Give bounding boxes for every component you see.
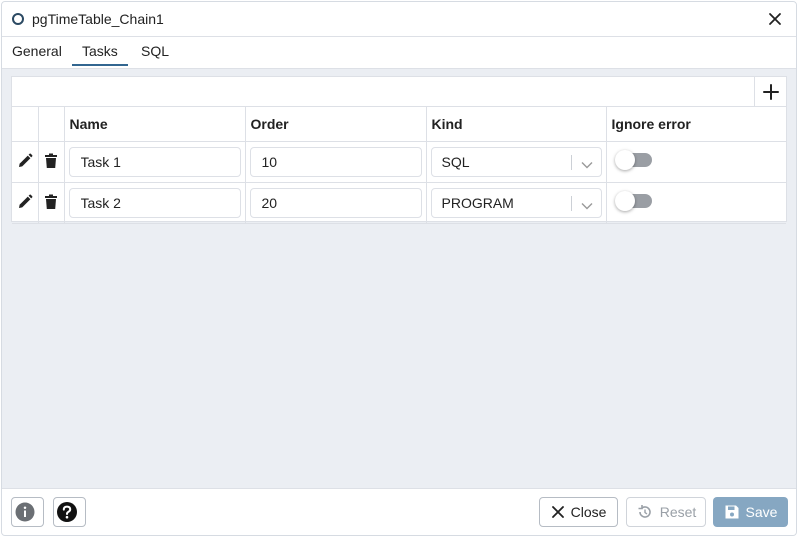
tasks-grid: Name Order Kind Ignore error Task 1 10 S…: [11, 76, 787, 224]
edit-column-header: [12, 107, 39, 142]
kind-select-value: PROGRAM: [441, 194, 514, 211]
pencil-icon[interactable]: [16, 193, 34, 211]
tab-general[interactable]: General: [2, 37, 72, 66]
task-name-input[interactable]: [68, 146, 241, 177]
delete-cell: [38, 141, 65, 183]
column-header-ignore-error: Ignore error: [606, 107, 786, 142]
name-cell: [64, 141, 246, 183]
tab-tasks[interactable]: Tasks: [72, 37, 128, 66]
close-button[interactable]: Close: [539, 497, 618, 527]
circle-outline-icon: [12, 13, 24, 25]
kind-cell: PROGRAM: [426, 182, 607, 224]
kind-select[interactable]: PROGRAM: [430, 187, 602, 218]
task-order-input[interactable]: [249, 187, 422, 218]
dialog-footer: Close Reset Save: [2, 488, 796, 535]
ignore-error-cell: [606, 182, 786, 224]
title-bar: pgTimeTable_Chain1: [2, 2, 796, 37]
dialog-title: pgTimeTable_Chain1: [32, 11, 164, 27]
trash-icon[interactable]: [42, 193, 60, 211]
order-cell: [245, 141, 427, 183]
table-row: PROGRAM: [12, 182, 786, 224]
info-icon: [15, 502, 34, 522]
reset-icon: [638, 505, 651, 518]
task-name-input[interactable]: [68, 187, 241, 218]
column-header-kind: Kind: [426, 107, 607, 142]
grid-toolbar: [12, 77, 786, 107]
select-separator: [570, 154, 572, 170]
order-cell: [245, 182, 427, 224]
help-icon: [56, 502, 77, 522]
ignore-error-cell: [606, 141, 786, 183]
task-order-input[interactable]: [249, 146, 422, 177]
edit-cell: [12, 182, 39, 224]
ignore-error-toggle[interactable]: [614, 150, 652, 171]
chevron-down-icon: [581, 157, 593, 168]
ignore-error-toggle[interactable]: [614, 191, 652, 212]
toggle-knob: [614, 191, 635, 212]
help-button[interactable]: [53, 497, 86, 527]
select-separator: [570, 195, 572, 211]
delete-cell: [38, 182, 65, 224]
reset-button[interactable]: Reset: [626, 497, 706, 527]
close-icon[interactable]: [766, 10, 784, 28]
save-button-label: Save: [745, 504, 778, 520]
tab-bar: General Tasks SQL: [2, 37, 796, 69]
close-button-label: Close: [570, 504, 607, 520]
tasks-table: Name Order Kind Ignore error Task 1 10 S…: [12, 107, 786, 224]
kind-select[interactable]: SQL: [430, 146, 602, 177]
table-row: SQL: [12, 141, 786, 183]
pencil-icon[interactable]: [16, 152, 34, 170]
kind-select-value: SQL: [441, 153, 470, 170]
close-icon: [551, 506, 564, 518]
save-button[interactable]: Save: [713, 497, 788, 527]
edit-cell: [12, 141, 39, 183]
tab-sql[interactable]: SQL: [131, 37, 179, 66]
plus-icon: [763, 84, 779, 100]
name-cell: [64, 182, 246, 224]
delete-column-header: [38, 107, 65, 142]
trash-icon[interactable]: [42, 152, 60, 170]
info-button[interactable]: [11, 497, 44, 527]
table-header-row: Name Order Kind Ignore error: [12, 107, 786, 142]
floppy-disk-icon: [725, 505, 739, 519]
add-task-button[interactable]: [754, 77, 786, 106]
reset-button-label: Reset: [659, 504, 697, 520]
column-header-order: Order: [245, 107, 427, 142]
chevron-down-icon: [581, 198, 593, 209]
kind-cell: SQL: [426, 141, 607, 183]
toggle-knob: [614, 150, 635, 171]
column-header-name: Name: [64, 107, 246, 142]
dialog: pgTimeTable_Chain1 General Tasks SQL Nam…: [1, 1, 797, 536]
